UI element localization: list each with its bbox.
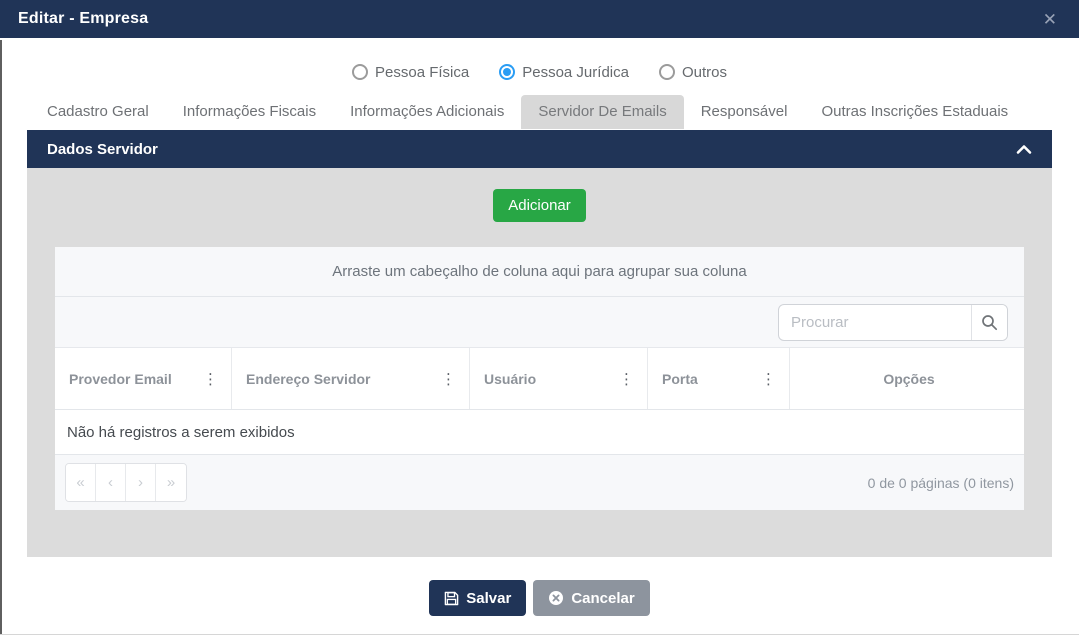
radio-outros[interactable]: Outros [658, 63, 727, 81]
pager-last-icon[interactable]: » [156, 464, 186, 501]
tab-servidor-de-emails[interactable]: Servidor De Emails [521, 95, 684, 129]
panel-body: Adicionar Arraste um cabeçalho de coluna… [27, 168, 1052, 557]
chevron-up-icon[interactable] [1016, 144, 1032, 155]
cancel-button[interactable]: Cancelar [533, 580, 650, 616]
column-menu-icon[interactable]: ⋮ [200, 370, 221, 388]
column-menu-icon[interactable]: ⋮ [438, 370, 459, 388]
radio-pessoa-fisica[interactable]: Pessoa Física [352, 64, 469, 81]
modal-title: Editar - Empresa [18, 10, 149, 27]
column-header-usuario[interactable]: Usuário ⋮ [470, 348, 648, 409]
tab-strip: Cadastro Geral Informações Fiscais Infor… [0, 95, 1079, 129]
search-input[interactable] [779, 304, 971, 340]
search-icon[interactable] [971, 304, 1007, 340]
tab-responsavel[interactable]: Responsável [684, 95, 805, 129]
footer-actions: Salvar Cancelar [0, 580, 1079, 616]
floppy-disk-icon [444, 591, 459, 606]
radio-pessoa-juridica[interactable]: Pessoa Jurídica [499, 64, 629, 81]
radio-label: Pessoa Jurídica [522, 63, 629, 81]
person-type-radio-group: Pessoa Física Pessoa Jurídica Outros [0, 62, 1079, 82]
column-menu-icon[interactable]: ⋮ [758, 370, 779, 388]
grid-header-row: Provedor Email ⋮ Endereço Servidor ⋮ Usu… [55, 348, 1024, 410]
email-servers-grid: Arraste um cabeçalho de coluna aqui para… [55, 247, 1024, 510]
save-button[interactable]: Salvar [429, 580, 527, 616]
grid-toolbar [55, 297, 1024, 348]
column-header-endereco-servidor[interactable]: Endereço Servidor ⋮ [232, 348, 470, 409]
dados-servidor-panel: Dados Servidor Adicionar Arraste um cabe… [27, 130, 1052, 557]
panel-title: Dados Servidor [47, 140, 158, 158]
radio-label: Outros [681, 63, 727, 81]
pager-prev-icon[interactable]: ‹ [96, 464, 126, 501]
tab-cadastro-geral[interactable]: Cadastro Geral [30, 95, 166, 129]
column-header-porta[interactable]: Porta ⋮ [648, 348, 790, 409]
pager-next-icon[interactable]: › [126, 464, 156, 501]
tab-outras-inscricoes-estaduais[interactable]: Outras Inscrições Estaduais [804, 95, 1025, 129]
panel-header: Dados Servidor [27, 130, 1052, 168]
column-header-opcoes: Opções [883, 370, 935, 387]
pager-first-icon[interactable]: « [66, 464, 96, 501]
background-page-edge [0, 40, 2, 634]
radio-unchecked-icon [658, 64, 675, 80]
radio-checked-icon [499, 64, 516, 80]
pager-summary: 0 de 0 páginas (0 itens) [867, 474, 1014, 491]
add-button[interactable]: Adicionar [493, 189, 586, 222]
radio-label: Pessoa Física [375, 63, 470, 81]
tab-informacoes-fiscais[interactable]: Informações Fiscais [166, 95, 333, 129]
close-icon[interactable]: ✕ [1039, 9, 1061, 30]
save-button-label: Salvar [466, 589, 512, 607]
modal-header: Editar - Empresa ✕ [0, 0, 1079, 38]
column-menu-icon[interactable]: ⋮ [616, 370, 637, 388]
grid-group-drop-area[interactable]: Arraste um cabeçalho de coluna aqui para… [55, 247, 1024, 297]
pager-buttons: « ‹ › » [65, 463, 187, 502]
radio-unchecked-icon [352, 64, 369, 80]
cancel-circle-x-icon [548, 590, 564, 606]
grid-pager: « ‹ › » 0 de 0 páginas (0 itens) [55, 455, 1024, 510]
grid-empty-message: Não há registros a serem exibidos [55, 410, 1024, 455]
tab-informacoes-adicionais[interactable]: Informações Adicionais [333, 95, 521, 129]
search-box [778, 303, 1008, 341]
cancel-button-label: Cancelar [571, 589, 635, 607]
column-header-provedor-email[interactable]: Provedor Email ⋮ [55, 348, 232, 409]
add-row: Adicionar [27, 189, 1052, 222]
